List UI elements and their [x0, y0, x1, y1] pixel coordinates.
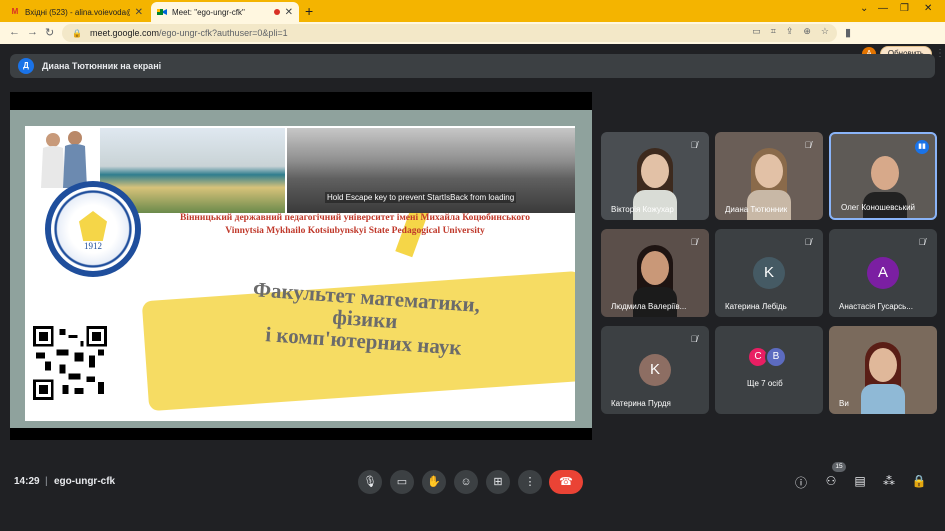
- lock-icon: 🔒: [72, 28, 82, 38]
- meet-icon: [157, 7, 167, 17]
- kebab-menu-icon[interactable]: ⋮: [935, 48, 945, 59]
- mic-off-icon: 🎙̸: [690, 140, 698, 150]
- microphone-button[interactable]: 🎙: [358, 470, 382, 494]
- star-icon[interactable]: ☆: [821, 26, 829, 37]
- qr-code: [33, 326, 107, 400]
- close-tab-icon[interactable]: ✕: [285, 7, 293, 18]
- reload-icon[interactable]: ↻: [45, 26, 54, 39]
- minimize-icon[interactable]: —: [878, 3, 888, 14]
- tab-meet-label: Meet: "ego-ungr-cfk": [172, 7, 245, 17]
- kebab-menu-icon: ⋮: [524, 476, 536, 488]
- presentation-slide: Hold Escape key to prevent StartIsBack f…: [10, 110, 592, 428]
- participant-tile[interactable]: 🎙̸ Вікторія Кожухар: [601, 132, 709, 220]
- tab-gmail[interactable]: M Вхідні (523) - alina.voievoda@vs ✕: [4, 2, 149, 22]
- present-screen-icon: ⊞: [493, 476, 503, 488]
- participant-tile[interactable]: K 🎙̸ Катерина Лебідь: [715, 229, 823, 317]
- presenter-banner: Д Диана Тютюнник на екрані: [10, 54, 935, 78]
- mic-icon: 🎙: [363, 476, 377, 488]
- presenter-avatar: Д: [18, 58, 34, 74]
- overlay-notice: Hold Escape key to prevent StartIsBack f…: [325, 192, 517, 203]
- participant-tile[interactable]: K 🎙̸ Катерина Пурдя: [601, 326, 709, 414]
- url-path: /ego-ungr-cfk?authuser=0&pli=1: [159, 28, 288, 38]
- camera-button[interactable]: ▭: [390, 470, 414, 494]
- university-seal: 1912: [45, 181, 141, 277]
- forward-arrow-icon[interactable]: →: [27, 26, 38, 38]
- people-icon[interactable]: ⚇: [823, 474, 839, 488]
- camera-permission-icon[interactable]: ▭: [752, 26, 761, 37]
- hang-up-icon: ☎: [559, 476, 573, 488]
- mic-off-icon: 🎙̸: [690, 334, 698, 344]
- seal-year: 1912: [84, 241, 102, 251]
- host-controls-icon[interactable]: 🔒: [911, 474, 927, 488]
- url-host: meet.google.com: [89, 28, 160, 38]
- share-icon[interactable]: ⇪: [786, 26, 794, 37]
- mic-off-icon: 🎙̸: [690, 237, 698, 247]
- more-options-button[interactable]: ⋮: [518, 470, 542, 494]
- chevron-down-icon[interactable]: ⌄: [860, 3, 868, 14]
- new-tab-button[interactable]: +: [305, 3, 313, 19]
- zoom-icon[interactable]: ⊕: [803, 26, 811, 37]
- back-arrow-icon[interactable]: ←: [9, 26, 20, 38]
- seal-emblem: [79, 211, 107, 241]
- participant-name: Вікторія Кожухар: [611, 205, 674, 214]
- participant-name: Диана Тютюнник: [725, 205, 788, 214]
- participant-name: Анастасія Гусарсь...: [839, 302, 913, 311]
- maximize-icon[interactable]: ❐: [900, 3, 909, 14]
- participant-name: Катерина Лебідь: [725, 302, 787, 311]
- camera-icon: ▭: [396, 476, 408, 488]
- presenter-label: Диана Тютюнник на екрані: [42, 61, 162, 71]
- sidebar-icon[interactable]: ▮: [845, 26, 851, 39]
- mic-off-icon: 🎙̸: [918, 237, 926, 247]
- participant-tile[interactable]: 🎙̸ Диана Тютюнник: [715, 132, 823, 220]
- mic-off-icon: 🎙̸: [804, 140, 812, 150]
- participant-grid: 🎙̸ Вікторія Кожухар 🎙̸ Диана Тютюнник ▮▮…: [601, 132, 937, 414]
- speaking-indicator-icon: ▮▮: [915, 140, 929, 154]
- raise-hand-button[interactable]: ✋: [422, 470, 446, 494]
- reactions-button[interactable]: ☺: [454, 470, 478, 494]
- present-button[interactable]: ⊞: [486, 470, 510, 494]
- shared-screen: Hold Escape key to prevent StartIsBack f…: [10, 92, 592, 440]
- chat-icon[interactable]: ▤: [852, 474, 868, 488]
- self-tile[interactable]: Ви: [829, 326, 937, 414]
- slide-content: Hold Escape key to prevent StartIsBack f…: [25, 126, 575, 421]
- mic-off-icon: 🎙̸: [804, 237, 812, 247]
- meeting-time: 14:29: [14, 476, 40, 487]
- participant-avatar: K: [753, 257, 785, 289]
- browser-tab-bar: M Вхідні (523) - alina.voievoda@vs ✕ Mee…: [0, 0, 945, 22]
- gmail-icon: M: [11, 7, 19, 16]
- university-name-en: Vinnytsia Mykhailo Kotsiubynskyi State P…: [225, 226, 485, 236]
- url-field[interactable]: 🔒 meet.google.com/ego-ungr-cfk?authuser=…: [62, 24, 837, 42]
- end-call-button[interactable]: ☎: [549, 470, 583, 494]
- participant-name: Олег Коношевський: [841, 203, 915, 212]
- activities-icon[interactable]: ⁂: [881, 474, 897, 488]
- participant-tile[interactable]: ▮▮ Олег Коношевський: [829, 132, 937, 220]
- separator: |: [45, 476, 48, 487]
- more-participants-tile[interactable]: C B Ще 7 осіб: [715, 326, 823, 414]
- hand-icon: ✋: [427, 476, 441, 488]
- participant-name: Людмила Валеріїв...: [611, 302, 687, 311]
- university-name-ua: Вінницький державний педагогічний універ…: [179, 213, 531, 223]
- participant-name: Ви: [839, 399, 849, 408]
- tab-meet[interactable]: Meet: "ego-ungr-cfk" ✕: [151, 2, 299, 22]
- tab-gmail-label: Вхідні (523) - alina.voievoda@vs: [25, 7, 130, 17]
- participant-avatar: B: [765, 346, 787, 368]
- more-participants-label: Ще 7 осіб: [747, 379, 783, 388]
- recording-indicator-icon: [273, 9, 280, 15]
- participant-avatar: A: [867, 257, 899, 289]
- participant-name: Катерина Пурдя: [611, 399, 671, 408]
- close-window-icon[interactable]: ✕: [924, 3, 932, 14]
- participant-video: [855, 326, 911, 414]
- participant-tile[interactable]: 🎙̸ Людмила Валеріїв...: [601, 229, 709, 317]
- emoji-icon: ☺: [460, 476, 472, 488]
- meeting-controls-bar: 14:29 | ego-ungr-cfk 🎙 ▭ ✋ ☺ ⊞ ⋮ ☎ ⓘ 15 …: [0, 462, 945, 502]
- participant-tile[interactable]: A 🎙̸ Анастасія Гусарсь...: [829, 229, 937, 317]
- address-toolbar: ← → ↻ 🔒 meet.google.com/ego-ungr-cfk?aut…: [0, 22, 945, 62]
- meeting-code: ego-ungr-cfk: [54, 476, 116, 487]
- participant-count-badge: 15: [832, 462, 846, 472]
- translate-icon[interactable]: ⌗: [771, 26, 776, 37]
- info-icon[interactable]: ⓘ: [793, 474, 809, 491]
- close-tab-icon[interactable]: ✕: [135, 7, 143, 18]
- participant-avatar: K: [639, 354, 671, 386]
